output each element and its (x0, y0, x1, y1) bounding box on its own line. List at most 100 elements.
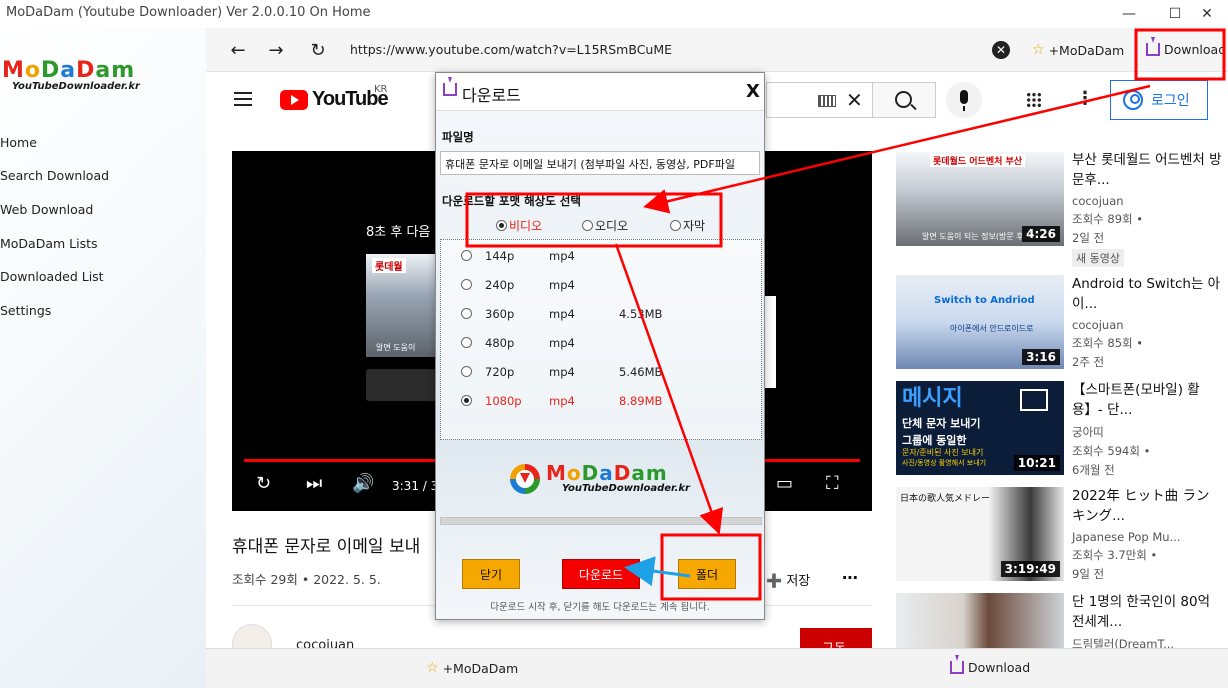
search-button[interactable] (872, 82, 936, 118)
rec-age-2: 2주 전 (1072, 355, 1105, 369)
rec-thumbnail-1[interactable]: 롯데월드 어드벤처 부산 알면 도움이 되는 정보(방문 후기, 4:26 (896, 152, 1064, 246)
login-button[interactable]: 로그인 (1110, 80, 1208, 120)
rec-title-2: Android to Switch는 아이... (1072, 276, 1221, 312)
app-logo-sub: YouTubeDownloader.kr (12, 81, 140, 92)
dialog-close-icon[interactable]: X (746, 81, 760, 102)
account-icon (1123, 90, 1143, 110)
rec-age-3: 6개월 전 (1072, 463, 1115, 477)
next-thumb-label: 알면 도움이 (376, 343, 416, 352)
radio-icon (461, 250, 472, 261)
sidebar-item-downloaded-list[interactable]: Downloaded List (0, 269, 104, 284)
format-row-360p[interactable]: 360p mp4 4.53MB (461, 307, 662, 321)
next-video-play[interactable] (764, 296, 776, 388)
add-modadam-button[interactable]: ☆ +MoDaDam (1032, 42, 1124, 58)
close-window-button[interactable]: ✕ (1184, 0, 1228, 28)
format-row-144p[interactable]: 144p mp4 (461, 249, 575, 263)
type-label-audio: 오디오 (595, 219, 629, 233)
menu-icon[interactable] (234, 92, 252, 106)
search-clear-icon[interactable]: ✕ (846, 88, 863, 112)
theater-mode-icon[interactable]: ▭ (776, 473, 793, 494)
more-vert-icon[interactable]: ⋮ (1076, 88, 1094, 109)
close-button[interactable]: 닫기 (462, 559, 520, 589)
rec-thumb-sub3-3: 문자/준비된 사진 보내기 (902, 448, 984, 457)
format-size: 4.53MB (619, 306, 663, 321)
rec-age-4: 9일 전 (1072, 567, 1105, 581)
format-ext: mp4 (549, 335, 575, 350)
rec-info-4[interactable]: 2022年 ヒット曲 ランキング... Japanese Pop Mu... 조… (1072, 486, 1222, 582)
replay-icon[interactable]: ↻ (256, 473, 271, 494)
next-icon[interactable]: ⏭ (306, 473, 322, 494)
more-actions-icon[interactable]: ⋯ (842, 568, 858, 587)
format-row-480p[interactable]: 480p mp4 (461, 336, 575, 350)
radio-icon (461, 279, 472, 290)
radio-icon (670, 220, 681, 231)
bottom-add-modadam-button[interactable]: ☆ +MoDaDam (426, 660, 518, 676)
download-dialog: 다운로드 X 파일명 휴대폰 문자로 이메일 보내기 (첨부파일 사진, 동영상… (435, 72, 765, 620)
rec-channel-5: 드림텔러(DreamT... (1072, 637, 1175, 648)
dialog-logo: MoDaDam YouTubeDownloader.kr (510, 463, 690, 494)
window-title: MoDaDam (Youtube Downloader) Ver 2.0.0.1… (6, 5, 371, 20)
format-res: 1080p (485, 393, 522, 408)
rec-thumb-caption-2: Switch to Andriod (934, 295, 1035, 306)
channel-name[interactable]: cocojuan (296, 638, 354, 648)
microphone-icon[interactable] (946, 82, 982, 118)
url-bar[interactable]: https://www.youtube.com/watch?v=L15RSmBC… (350, 42, 672, 57)
minimize-button[interactable]: — (1106, 0, 1152, 28)
forward-arrow-icon[interactable]: → (264, 38, 288, 62)
format-ext: mp4 (549, 248, 575, 263)
open-folder-button[interactable]: 폴더 (678, 559, 736, 589)
youtube-logo[interactable]: YouTube (280, 88, 389, 111)
download-note: 다운로드 시작 후, 닫기를 해도 다운로드는 계속 됩니다. (490, 602, 710, 613)
rec-info-5[interactable]: 단 1명의 한국인이 80억 전세계... 드림텔러(DreamT... (1072, 592, 1222, 648)
apps-grid-icon[interactable] (1026, 92, 1042, 108)
rec-info-3[interactable]: 【스마트폰(모바일) 활용】- 단... 궁아띠 조회수 594회 • 6개월 … (1072, 380, 1222, 478)
rec-thumbnail-2[interactable]: Switch to Andriod 아이폰에서 안드로이드로 3:16 (896, 275, 1064, 369)
type-radio-subtitle[interactable]: 자막 (670, 217, 705, 234)
clear-url-icon[interactable]: ✕ (992, 41, 1010, 59)
sidebar-item-web-download[interactable]: Web Download (0, 202, 93, 217)
keyboard-icon[interactable] (818, 95, 836, 107)
add-modadam-label: +MoDaDam (1048, 42, 1125, 58)
download-label: Download (1164, 42, 1227, 57)
rec-thumbnail-5[interactable] (896, 593, 1064, 648)
rec-thumbnail-3[interactable]: 메시지 단체 문자 보내기 그룹에 동일한 문자/준비된 사진 보내기 사진/동… (896, 381, 1064, 475)
type-radio-video[interactable]: 비디오 (496, 217, 542, 234)
radio-icon (496, 220, 507, 231)
rec-thumbnail-4[interactable]: 日本の歌人気メドレー 3:19:49 (896, 487, 1064, 581)
format-row-240p[interactable]: 240p mp4 (461, 278, 575, 292)
login-label: 로그인 (1151, 93, 1190, 109)
back-arrow-icon[interactable]: ← (226, 38, 250, 62)
sidebar-item-search-download[interactable]: Search Download (0, 168, 109, 183)
filename-field[interactable]: 휴대폰 문자로 이메일 보내기 (첨부파일 사진, 동영상, PDF파일 (440, 151, 760, 175)
next-up-text: 8초 후 다음 (366, 225, 431, 240)
rec-thumb-caption-1: 롯데월드 어드벤처 부산 (930, 154, 1026, 167)
save-label: 저장 (786, 574, 811, 589)
start-download-button[interactable]: 다운로드 (562, 559, 640, 589)
reload-icon[interactable]: ↻ (306, 38, 330, 62)
rec-channel-3: 궁아띠 (1072, 425, 1104, 439)
type-label-video: 비디오 (509, 219, 543, 233)
sidebar-item-settings[interactable]: Settings (0, 303, 51, 318)
rec-thumb-sub2-3: 그룹에 동일한 (902, 434, 967, 447)
sidebar-item-modadam-lists[interactable]: MoDaDam Lists (0, 236, 98, 251)
volume-icon[interactable]: 🔊 (352, 473, 374, 494)
download-button[interactable]: Download (1146, 37, 1227, 57)
format-row-1080p[interactable]: 1080p mp4 8.89MB (461, 394, 662, 408)
type-radio-audio[interactable]: 오디오 (582, 217, 628, 234)
next-video-cancel[interactable] (366, 369, 444, 401)
format-res: 360p (485, 306, 515, 321)
fullscreen-icon[interactable]: ⛶ (826, 473, 839, 494)
rec-thumb-sub4-3: 사진/동영상 촬영해서 보내기 (902, 459, 987, 467)
rec-info-2[interactable]: Android to Switch는 아이... cocojuan 조회수 85… (1072, 274, 1222, 370)
rec-channel-2: cocojuan (1072, 318, 1124, 332)
dialog-title: 다운로드 (462, 86, 521, 105)
format-row-720p[interactable]: 720p mp4 5.46MB (461, 365, 662, 379)
format-size: 5.46MB (619, 364, 663, 379)
next-video-thumbnail[interactable]: 롯데월 알면 도움이 (366, 254, 444, 357)
dialog-body: 파일명 휴대폰 문자로 이메일 보내기 (첨부파일 사진, 동영상, PDF파일… (436, 111, 764, 619)
filename-label: 파일명 (442, 130, 474, 144)
rec-info-1[interactable]: 부산 롯데월드 어드벤처 방문후... cocojuan 조회수 89회 • 2… (1072, 150, 1222, 267)
save-button[interactable]: ➕ 저장 (766, 570, 810, 589)
sidebar-item-home[interactable]: Home (0, 135, 37, 150)
bottom-download-button[interactable]: Download (950, 655, 1030, 675)
